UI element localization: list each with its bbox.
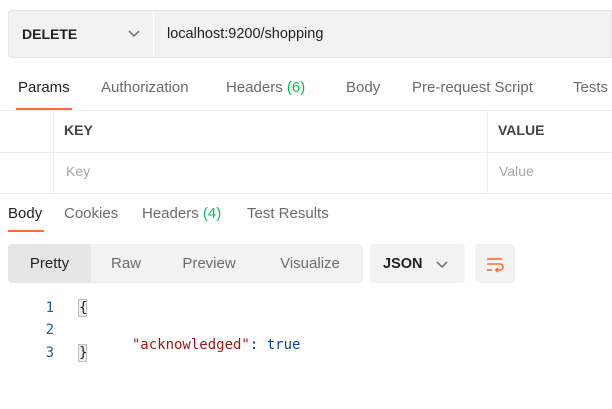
tab-body-label: Body — [346, 79, 381, 96]
value-input[interactable]: Value — [499, 163, 534, 179]
url-text: localhost:9200/shopping — [167, 26, 324, 42]
pretty-button[interactable]: Pretty — [8, 244, 91, 283]
chevron-down-icon[interactable] — [434, 256, 450, 272]
response-tab-body[interactable]: Body — [8, 205, 42, 222]
divider — [0, 110, 612, 111]
tab-tests-label: Tests — [573, 79, 609, 96]
response-tab-body-label: Body — [8, 205, 43, 222]
tab-authorization[interactable]: Authorization — [101, 79, 189, 99]
response-tab-headers-count: (4) — [202, 205, 222, 222]
column-header-key: KEY — [64, 122, 93, 138]
json-value: true — [266, 337, 301, 353]
divider — [487, 111, 488, 193]
response-tab-test-results-label: Test Results — [247, 205, 329, 222]
raw-button[interactable]: Raw — [91, 244, 161, 283]
response-tab-headers-label: Headers — [142, 205, 199, 222]
line-number: 2 — [45, 322, 54, 338]
tab-pre-request-script[interactable]: Pre-request Script — [412, 79, 533, 99]
visualize-button[interactable]: Visualize — [257, 244, 363, 283]
open-brace: { — [78, 299, 88, 317]
json-line: "acknowledged": true — [115, 321, 301, 353]
preview-label: Preview — [182, 255, 236, 272]
method-label: DELETE — [22, 26, 78, 42]
url-input[interactable]: localhost:9200/shopping — [167, 11, 323, 57]
close-brace: } — [78, 344, 88, 362]
tab-tests[interactable]: Tests — [573, 79, 608, 99]
key-input[interactable]: Key — [66, 163, 90, 179]
active-response-tab-indicator — [8, 230, 44, 232]
divider — [53, 111, 54, 193]
wrap-lines-icon — [487, 257, 504, 273]
tab-headers[interactable]: Headers (6) — [226, 79, 305, 99]
divider — [0, 193, 612, 194]
column-header-value: VALUE — [498, 122, 545, 138]
view-mode-toggle: Pretty Raw Preview Visualize — [8, 244, 363, 283]
format-select[interactable]: JSON — [370, 244, 465, 283]
response-tab-headers[interactable]: Headers (4) — [142, 205, 221, 222]
tab-headers-count: (6) — [286, 79, 306, 96]
preview-button[interactable]: Preview — [161, 244, 257, 283]
chevron-down-icon[interactable] — [126, 25, 142, 41]
line-number: 1 — [45, 300, 54, 316]
wrap-lines-button[interactable] — [475, 244, 515, 283]
tab-params[interactable]: Params — [18, 79, 70, 99]
pretty-label: Pretty — [29, 255, 70, 272]
divider — [0, 152, 612, 153]
tab-pre-request-script-label: Pre-request Script — [412, 79, 533, 96]
json-key: "acknowledged" — [131, 337, 250, 353]
tab-authorization-label: Authorization — [101, 79, 189, 96]
response-tab-cookies[interactable]: Cookies — [64, 205, 118, 222]
json-colon: : — [249, 337, 267, 353]
line-number: 3 — [45, 345, 54, 361]
visualize-label: Visualize — [280, 255, 340, 272]
format-label: JSON — [383, 255, 423, 272]
raw-label: Raw — [110, 255, 141, 272]
tab-body[interactable]: Body — [346, 79, 380, 99]
response-tab-cookies-label: Cookies — [64, 205, 119, 222]
response-tab-test-results[interactable]: Test Results — [247, 205, 329, 222]
request-bar: DELETE localhost:9200/shopping — [8, 10, 612, 58]
tab-params-label: Params — [18, 79, 70, 96]
tab-headers-label: Headers — [226, 79, 283, 96]
